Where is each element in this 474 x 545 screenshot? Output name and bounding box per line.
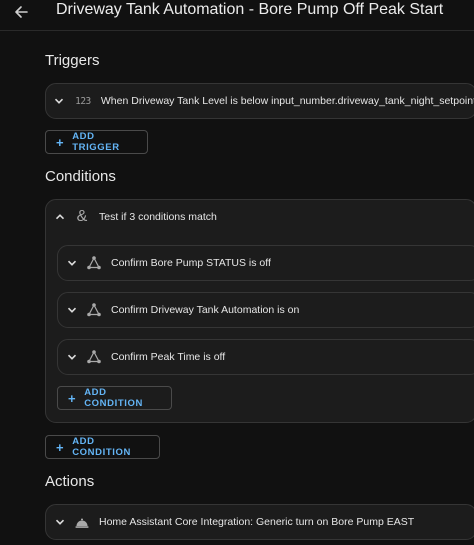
state-graph-icon xyxy=(85,301,103,319)
condition-group-row[interactable]: & Test if 3 conditions match xyxy=(46,200,474,234)
trigger-card[interactable]: 123 When Driveway Tank Level is below in… xyxy=(45,83,474,119)
chevron-down-icon[interactable] xyxy=(66,305,77,316)
service-bell-icon xyxy=(73,513,91,531)
add-condition-button[interactable]: + ADD CONDITION xyxy=(45,435,160,459)
add-condition-label: ADD CONDITION xyxy=(72,436,131,458)
trigger-label: When Driveway Tank Level is below input_… xyxy=(100,95,474,107)
action-row[interactable]: Home Assistant Core Integration: Generic… xyxy=(46,505,474,539)
action-label: Home Assistant Core Integration: Generic… xyxy=(99,516,415,528)
add-trigger-label: ADD TRIGGER xyxy=(72,131,120,153)
condition-label: Confirm Bore Pump STATUS is off xyxy=(111,257,271,269)
state-graph-icon xyxy=(85,348,103,366)
condition-label: Confirm Peak Time is off xyxy=(111,351,226,363)
plus-icon: + xyxy=(68,390,77,406)
add-nested-condition-button[interactable]: + ADD CONDITION xyxy=(57,386,172,410)
add-trigger-button[interactable]: + ADD TRIGGER xyxy=(45,130,148,154)
trigger-row[interactable]: 123 When Driveway Tank Level is below in… xyxy=(46,84,474,118)
plus-icon: + xyxy=(56,134,65,150)
condition-card[interactable]: Confirm Driveway Tank Automation is on xyxy=(57,292,474,328)
condition-card[interactable]: Confirm Peak Time is off xyxy=(57,339,474,375)
arrow-left-icon xyxy=(15,6,28,18)
chevron-down-icon[interactable] xyxy=(54,517,65,528)
condition-row[interactable]: Confirm Bore Pump STATUS is off xyxy=(58,246,474,280)
actions-section-title: Actions xyxy=(45,473,95,490)
action-card[interactable]: Home Assistant Core Integration: Generic… xyxy=(45,504,474,540)
chevron-down-icon[interactable] xyxy=(66,352,77,363)
condition-card[interactable]: Confirm Bore Pump STATUS is off xyxy=(57,245,474,281)
page-title: Driveway Tank Automation - Bore Pump Off… xyxy=(56,1,444,18)
triggers-section-title: Triggers xyxy=(45,52,100,69)
condition-group-card[interactable]: & Test if 3 conditions match Confirm Bor… xyxy=(45,199,474,423)
condition-row[interactable]: Confirm Driveway Tank Automation is on xyxy=(58,293,474,327)
condition-group-label: Test if 3 conditions match xyxy=(99,211,217,223)
numeric-icon: 123 xyxy=(75,95,91,107)
chevron-down-icon[interactable] xyxy=(66,258,77,269)
condition-row[interactable]: Confirm Peak Time is off xyxy=(58,340,474,374)
conditions-section-title: Conditions xyxy=(45,168,116,185)
add-condition-label: ADD CONDITION xyxy=(84,387,143,409)
chevron-down-icon[interactable] xyxy=(54,96,65,107)
plus-icon: + xyxy=(56,439,65,455)
condition-label: Confirm Driveway Tank Automation is on xyxy=(111,304,300,316)
chevron-up-icon[interactable] xyxy=(54,212,65,223)
state-graph-icon xyxy=(85,254,103,272)
back-button[interactable] xyxy=(8,0,34,24)
ampersand-icon: & xyxy=(76,208,88,225)
top-app-bar: Driveway Tank Automation - Bore Pump Off… xyxy=(0,0,474,31)
